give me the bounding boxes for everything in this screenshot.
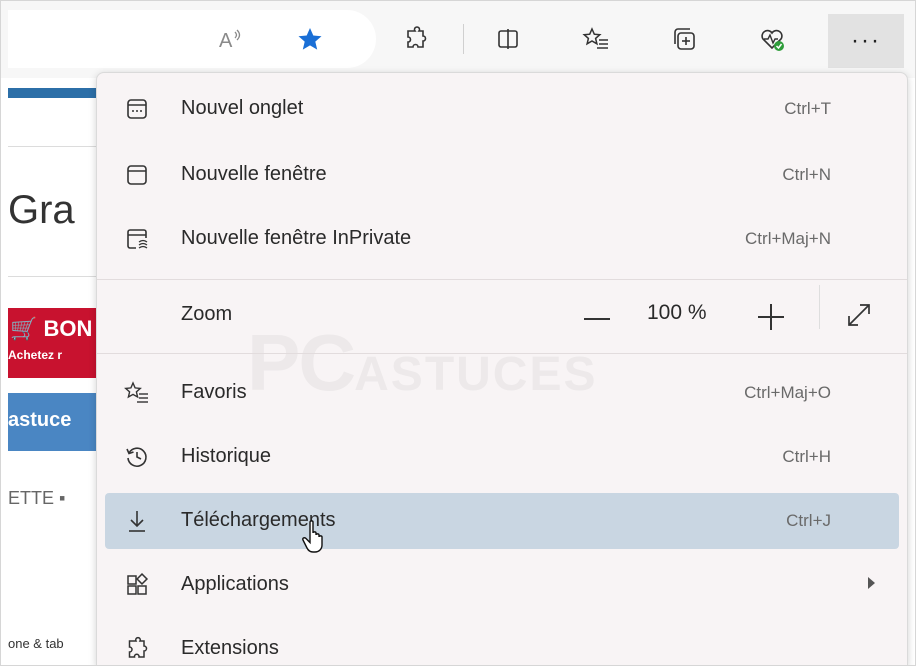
favorites-icon	[123, 379, 151, 407]
menu-item-new-window[interactable]: Nouvelle fenêtre Ctrl+N	[105, 147, 899, 203]
browser-essentials-icon[interactable]	[752, 18, 792, 60]
menu-item-shortcut: Ctrl+J	[786, 511, 831, 530]
menu-separator	[97, 279, 907, 280]
page-heading-fragment: Gra	[8, 188, 75, 232]
applications-icon	[123, 571, 151, 599]
extensions-icon	[123, 635, 151, 663]
zoom-label: Zoom	[181, 303, 233, 325]
fullscreen-icon[interactable]	[841, 297, 877, 333]
page-footer-fragment[interactable]: one & tab	[8, 636, 64, 651]
toolbar-separator	[463, 24, 464, 54]
svg-text:A: A	[219, 30, 233, 52]
page-nav-text: astuce	[8, 409, 72, 431]
extensions-icon[interactable]	[396, 18, 436, 60]
menu-item-label: Historique	[181, 445, 272, 467]
split-screen-icon[interactable]	[488, 18, 528, 60]
menu-item-label: Applications	[181, 573, 289, 595]
menu-item-label: Nouvelle fenêtre InPrivate	[181, 227, 412, 249]
menu-item-new-tab[interactable]: Nouvel onglet Ctrl+T	[105, 81, 899, 137]
menu-item-shortcut: Ctrl+H	[782, 447, 831, 466]
collections-icon[interactable]	[664, 18, 704, 60]
zoom-separator	[819, 285, 820, 329]
minus-icon[interactable]	[577, 301, 617, 337]
new-tab-icon	[123, 95, 151, 123]
settings-menu: PCASTUCES Nouvel onglet Ctrl+T Nouvelle …	[96, 72, 908, 666]
zoom-value: 100 %	[647, 301, 707, 324]
page-menu-fragment[interactable]: ETTE ▪	[8, 488, 65, 509]
inprivate-window-icon	[123, 225, 151, 253]
settings-and-more-button[interactable]: ···	[828, 14, 904, 68]
menu-item-shortcut: Ctrl+Maj+O	[744, 383, 831, 402]
menu-item-shortcut: Ctrl+T	[784, 99, 831, 118]
menu-item-label: Favoris	[181, 381, 247, 403]
page-top-bar	[8, 88, 108, 98]
favorite-star-icon[interactable]	[290, 18, 330, 60]
history-icon	[123, 443, 151, 471]
menu-item-shortcut: Ctrl+Maj+N	[745, 229, 831, 248]
menu-item-inprivate-window[interactable]: Nouvelle fenêtre InPrivate Ctrl+Maj+N	[105, 211, 899, 267]
menu-separator	[97, 353, 907, 354]
plus-icon[interactable]	[751, 297, 791, 337]
menu-item-label: Nouvelle fenêtre	[181, 163, 327, 185]
menu-item-applications[interactable]: Applications	[105, 557, 899, 613]
menu-item-history[interactable]: Historique Ctrl+H	[105, 429, 899, 485]
promo-subtext: Achetez r	[8, 348, 63, 362]
promo-text: 🛒 BON	[10, 316, 93, 341]
mouse-cursor-icon	[302, 520, 328, 554]
menu-item-label: Nouvel onglet	[181, 97, 304, 119]
menu-item-extensions[interactable]: Extensions	[105, 621, 899, 666]
browser-toolbar: A ···	[0, 0, 916, 78]
favorites-icon[interactable]	[576, 18, 616, 60]
menu-item-shortcut: Ctrl+N	[782, 165, 831, 184]
menu-item-favorites[interactable]: Favoris Ctrl+Maj+O	[105, 365, 899, 421]
download-icon	[123, 507, 151, 535]
menu-item-label: Extensions	[181, 637, 279, 659]
submenu-arrow-icon	[868, 577, 875, 589]
menu-item-downloads[interactable]: Téléchargements Ctrl+J	[105, 493, 899, 549]
read-aloud-icon[interactable]: A	[210, 18, 250, 60]
new-window-icon	[123, 161, 151, 189]
